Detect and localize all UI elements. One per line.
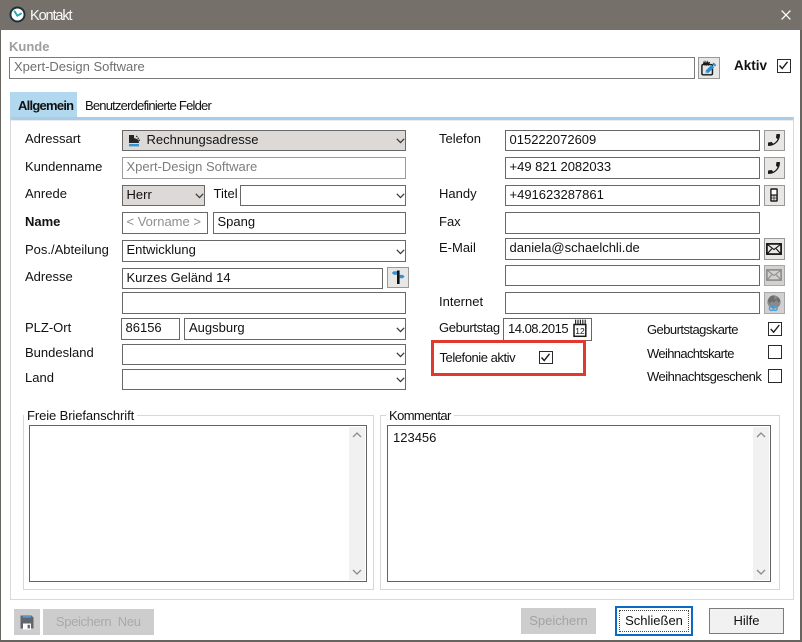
svg-text:12: 12 <box>575 326 585 336</box>
